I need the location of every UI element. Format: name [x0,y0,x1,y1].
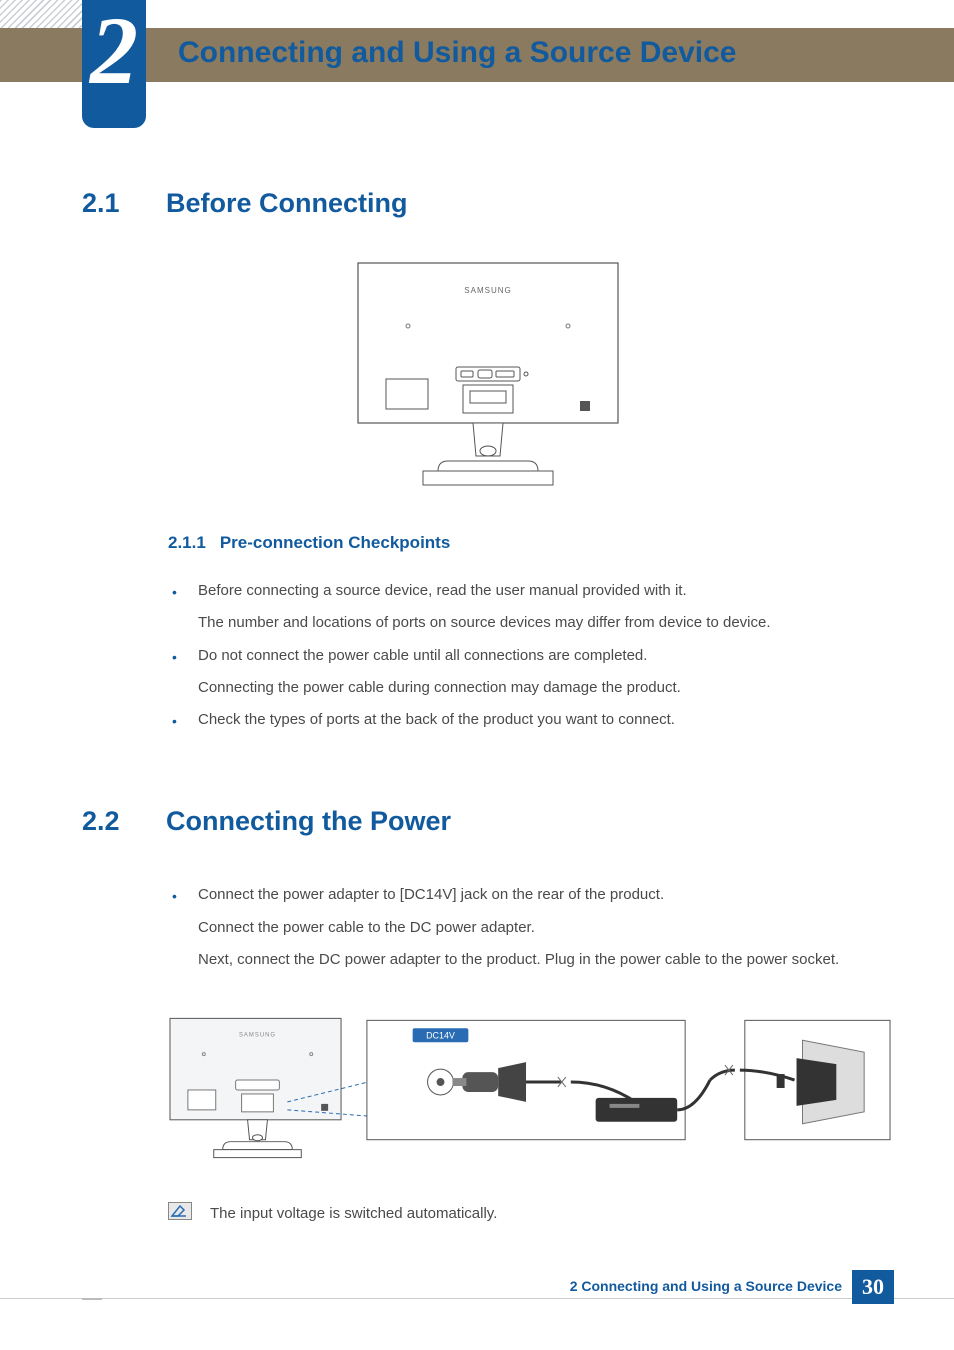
note-text: The input voltage is switched automatica… [210,1202,497,1226]
subsection-title: Pre-connection Checkpoints [220,533,450,553]
section-number: 2.1 [82,188,140,219]
chapter-title: Connecting and Using a Source Device [178,36,736,70]
subsection-number: 2.1.1 [168,533,206,553]
port-label: DC14V [426,1030,455,1040]
footer-rule [0,1298,954,1300]
chapter-badge: 2 [82,0,146,128]
subsection-heading: 2.1.1 Pre-connection Checkpoints [168,533,894,553]
list-item: Do not connect the power cable until all… [168,640,894,705]
footer-left-mark [82,1298,102,1300]
section-heading: 2.1 Before Connecting [82,188,894,219]
section-title: Connecting the Power [166,806,451,837]
svg-text:SAMSUNG: SAMSUNG [239,1032,276,1038]
bullet-text: Do not connect the power cable until all… [198,647,647,664]
list-item: Before connecting a source device, read … [168,575,894,640]
power-list: Connect the power adapter to [DC14V] jac… [168,879,894,976]
brand-label: SAMSUNG [464,286,511,295]
bullet-text: Check the types of ports at the back of … [198,711,675,728]
note: The input voltage is switched automatica… [168,1202,894,1226]
figure-power-connection: SAMSUNG DC14V [168,1010,894,1160]
section-heading: 2.2 Connecting the Power [82,806,894,837]
bullet-text: Connect the power cable to the DC power … [198,919,535,936]
bullet-text: Connect the power adapter to [DC14V] jac… [198,886,664,903]
chapter-number: 2 [90,10,138,92]
bullet-text: Connecting the power cable during connec… [198,679,681,696]
header-hatch-decor [0,0,90,28]
section-number: 2.2 [82,806,140,837]
list-item: Connect the power adapter to [DC14V] jac… [168,879,894,976]
footer-chapter-ref: 2 Connecting and Using a Source Device [570,1278,842,1294]
checkpoints-list: Before connecting a source device, read … [168,575,894,736]
page-number: 30 [852,1270,894,1304]
bullet-text: Next, connect the DC power adapter to th… [198,951,839,968]
list-item: Check the types of ports at the back of … [168,704,894,736]
figure-monitor-back: SAMSUNG [82,261,894,491]
bullet-text: Before connecting a source device, read … [198,582,687,599]
bullet-text: The number and locations of ports on sou… [198,614,771,631]
section-title: Before Connecting [166,188,408,219]
note-icon [168,1202,192,1220]
